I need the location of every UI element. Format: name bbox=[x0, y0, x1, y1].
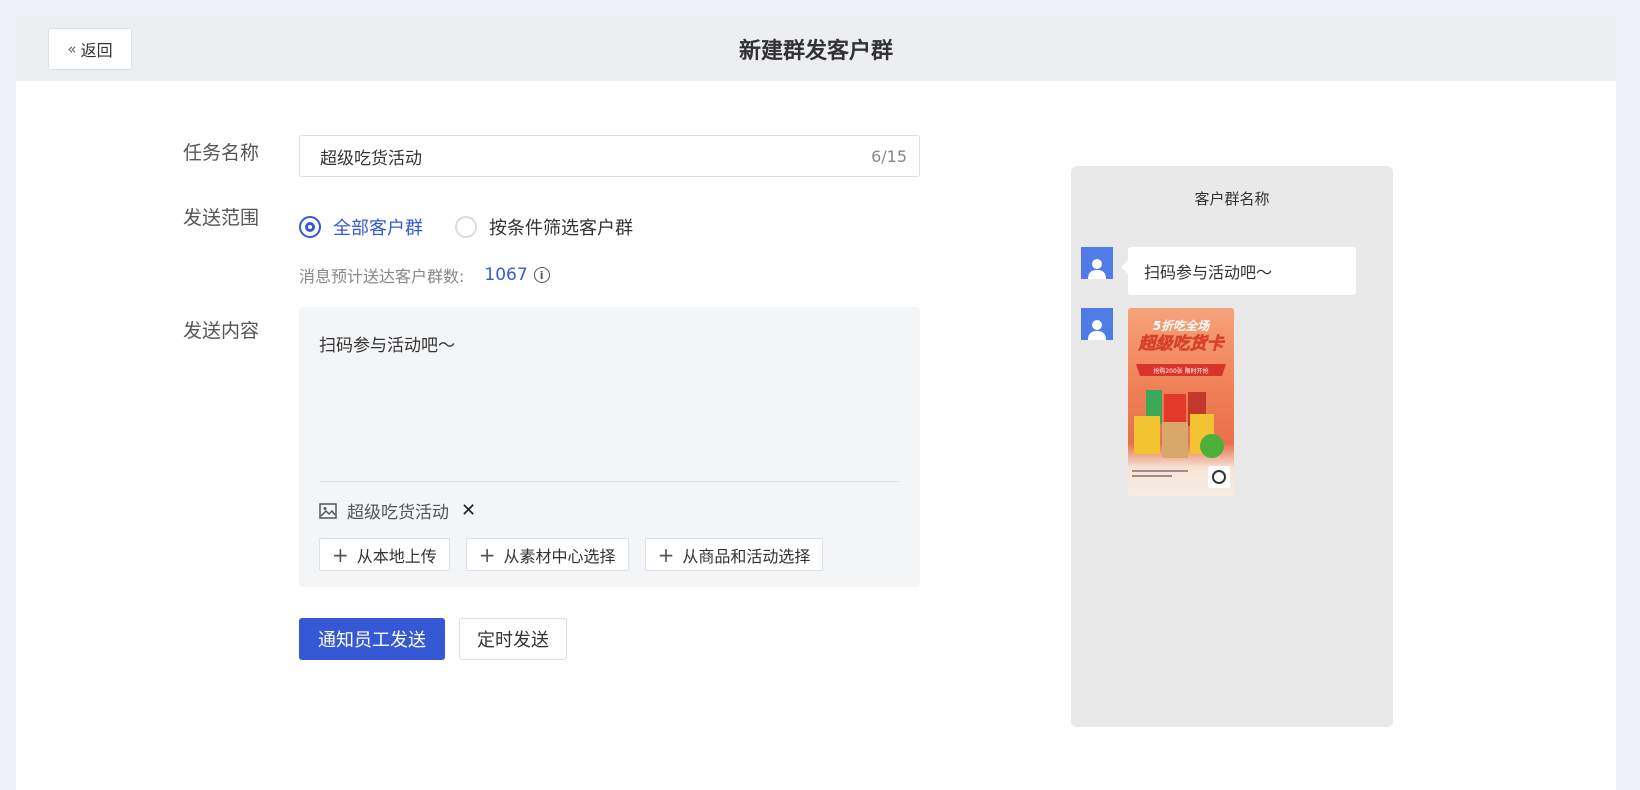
upload-local-label: 从本地上传 bbox=[356, 546, 437, 566]
preview-text-bubble: 扫码参与活动吧～ bbox=[1121, 247, 1356, 295]
main-card: « 返回 新建群发客户群 任务名称 超级吃货活动 6/15 发送范围 全部客户群… bbox=[16, 16, 1616, 790]
material-center-button[interactable]: + 从素材中心选择 bbox=[465, 538, 629, 571]
poster-banner-text: 抢购200张 限时开抢 bbox=[1153, 367, 1208, 375]
preview-poster-image: 5折吃全场 超级吃货卡 抢购200张 限时开抢 bbox=[1128, 308, 1234, 496]
message-preview: 客户群名称 扫码参与活动吧～ 5折吃全场 超级吃货卡 抢购200张 限时开抢 bbox=[1071, 166, 1393, 727]
char-counter: 6/15 bbox=[871, 146, 907, 166]
radio-all-groups-label[interactable]: 全部客户群 bbox=[333, 214, 423, 240]
poster-artwork: 5折吃全场 超级吃货卡 抢购200张 限时开抢 bbox=[1128, 308, 1234, 496]
attachment-item: 超级吃货活动 ✕ bbox=[319, 498, 476, 523]
avatar bbox=[1081, 247, 1113, 279]
radio-filter-groups[interactable] bbox=[455, 216, 477, 238]
upload-local-button[interactable]: + 从本地上传 bbox=[319, 538, 450, 571]
info-icon[interactable]: i bbox=[533, 267, 550, 283]
upload-options: + 从本地上传 + 从素材中心选择 + 从商品和活动选择 bbox=[319, 538, 824, 571]
content-text[interactable]: 扫码参与活动吧～ bbox=[319, 331, 455, 356]
goods-activity-button[interactable]: + 从商品和活动选择 bbox=[644, 538, 824, 571]
avatar bbox=[1081, 308, 1113, 340]
radio-all-groups[interactable] bbox=[299, 216, 321, 238]
task-name-input[interactable]: 超级吃货活动 6/15 bbox=[299, 135, 920, 177]
divider bbox=[319, 481, 900, 482]
page-title: 新建群发客户群 bbox=[738, 39, 893, 64]
plus-icon: + bbox=[478, 542, 496, 567]
radio-filter-groups-label[interactable]: 按条件筛选客户群 bbox=[489, 214, 633, 240]
material-center-label: 从素材中心选择 bbox=[503, 546, 616, 566]
poster-headline-main: 超级吃货卡 bbox=[1138, 334, 1226, 354]
scope-radio-group: 全部客户群 按条件筛选客户群 bbox=[299, 214, 633, 240]
goods-activity-label: 从商品和活动选择 bbox=[682, 546, 811, 566]
plus-icon: + bbox=[332, 542, 349, 567]
image-icon bbox=[319, 502, 337, 519]
preview-group-name: 客户群名称 bbox=[1194, 190, 1270, 208]
estimate-hint: 消息预计送达客户群数: 1067 i bbox=[299, 263, 550, 287]
estimate-label: 消息预计送达客户群数: bbox=[299, 267, 465, 286]
remove-attachment-icon[interactable]: ✕ bbox=[461, 500, 476, 521]
content-label: 发送内容 bbox=[183, 320, 260, 342]
attachment-name: 超级吃货活动 bbox=[347, 503, 449, 523]
user-icon bbox=[1088, 259, 1106, 279]
estimate-count: 1067 bbox=[484, 265, 528, 285]
schedule-send-button[interactable]: 定时发送 bbox=[459, 618, 567, 660]
task-name-value: 超级吃货活动 bbox=[320, 148, 422, 169]
scope-label: 发送范围 bbox=[183, 207, 260, 229]
page-header: « 返回 新建群发客户群 bbox=[16, 16, 1616, 81]
notify-send-button[interactable]: 通知员工发送 bbox=[299, 618, 445, 660]
content-editor[interactable]: 扫码参与活动吧～ 超级吃货活动 ✕ + 从本地上传 + 从素材中心选择 + 从商… bbox=[299, 307, 920, 587]
poster-headline-top: 5折吃全场 bbox=[1153, 319, 1211, 333]
plus-icon: + bbox=[657, 542, 675, 567]
user-icon bbox=[1088, 320, 1106, 340]
preview-message-text: 扫码参与活动吧～ bbox=[1144, 263, 1273, 282]
task-name-label: 任务名称 bbox=[183, 142, 260, 164]
